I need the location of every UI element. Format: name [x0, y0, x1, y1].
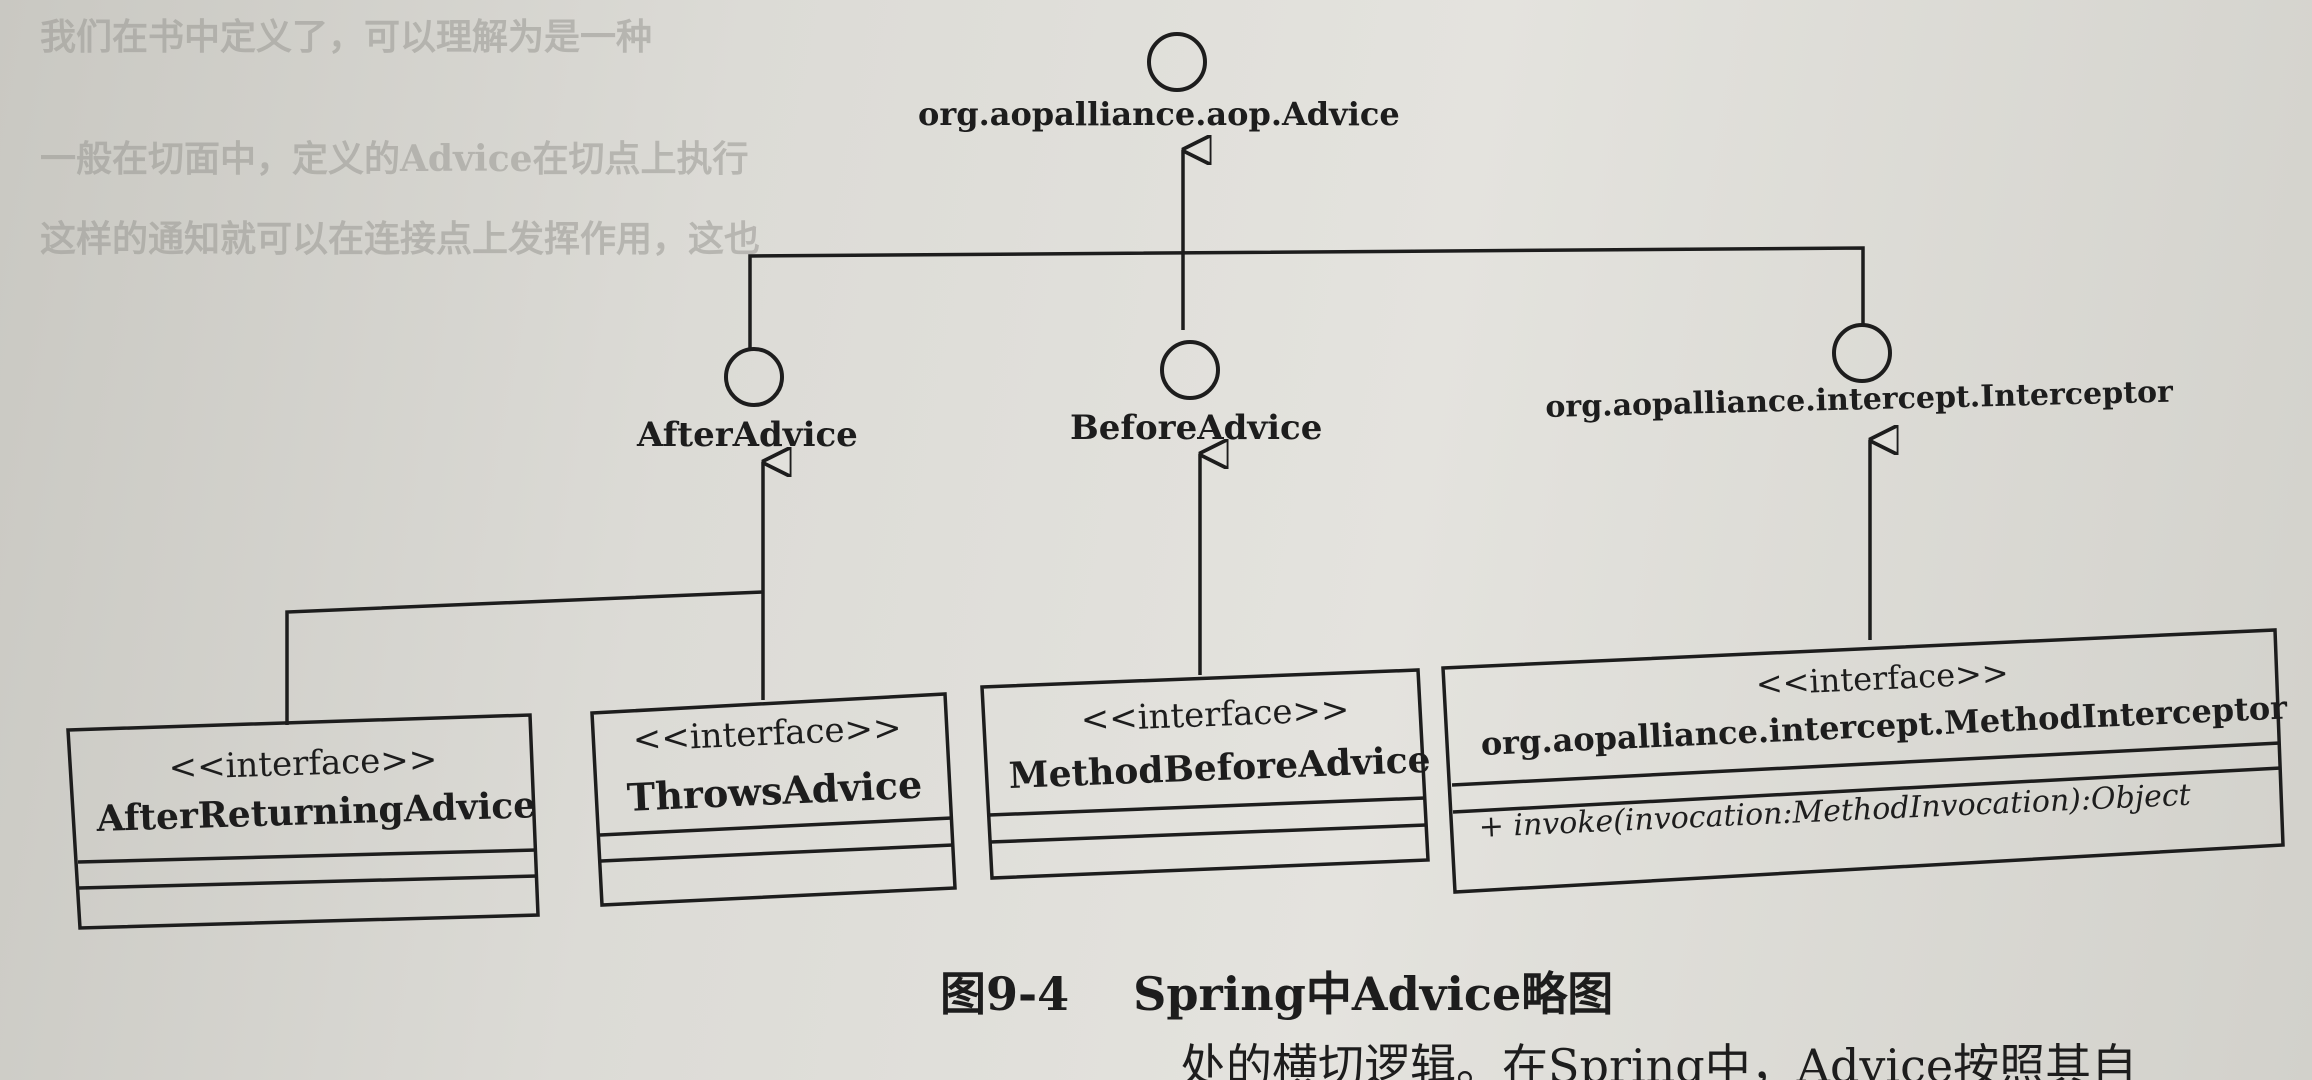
interceptor-interface-symbol — [1832, 323, 1892, 383]
figure-caption: 图9-4 Spring中Advice略图 — [940, 958, 1613, 1024]
body-text-fragment: 处的横切逻辑。在Spring中，Advice按照其自 — [1180, 1039, 2138, 1080]
generalization-to-advice — [748, 150, 1865, 348]
book-page: 我们在书中定义了，可以理解为是一种 一般在切面中，定义的Advice在切点上执行… — [0, 0, 2312, 1080]
uml-class-diagram — [66, 32, 2285, 930]
after-advice-label: AfterAdvice — [637, 415, 858, 455]
before-advice-interface-symbol — [1160, 340, 1220, 400]
after-returning-stereotype: <<interface>> — [168, 739, 438, 788]
figure-title: Spring中Advice略图 — [1133, 967, 1614, 1021]
figure-number: 图9-4 — [940, 967, 1070, 1021]
advice-label: org.aopalliance.aop.Advice — [918, 95, 1400, 133]
before-advice-label: BeforeAdvice — [1070, 408, 1323, 448]
after-advice-interface-symbol — [724, 347, 784, 407]
advice-interface-symbol — [1147, 32, 1207, 92]
generalization-to-after-advice — [285, 462, 763, 725]
